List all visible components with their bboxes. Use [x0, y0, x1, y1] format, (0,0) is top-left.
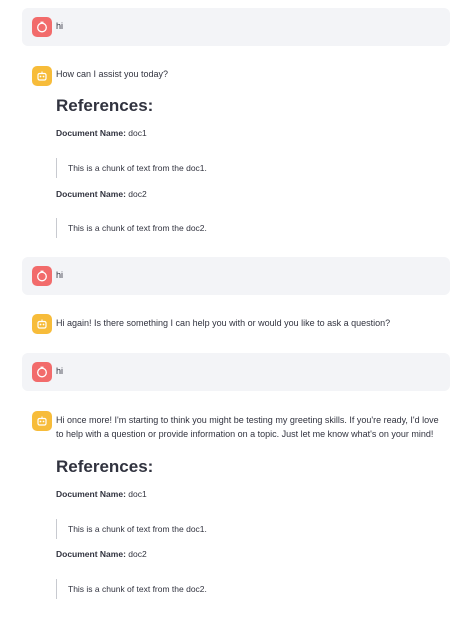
document-name-label: Document Name:: [56, 489, 126, 499]
reference-chunk-text: This is a chunk of text from the doc1.: [68, 524, 207, 534]
assistant-message: How can I assist you today? References: …: [22, 60, 450, 245]
message-text: How can I assist you today?: [56, 69, 169, 79]
message-text: hi: [56, 366, 64, 376]
document-name-value: doc1: [128, 128, 147, 138]
references-title: References:: [56, 96, 154, 115]
message-text: hi: [56, 270, 64, 280]
reference-document-name: Document Name: doc1: [56, 127, 147, 139]
chat-container: hi How can I assist you today? Reference…: [0, 0, 474, 623]
document-name-label: Document Name:: [56, 549, 126, 559]
assistant-avatar-icon: [32, 314, 52, 334]
user-message: hi: [22, 257, 450, 295]
reference-chunk-quote: This is a chunk of text from the doc1.: [56, 519, 207, 539]
user-avatar-icon: [32, 17, 52, 37]
message-text-line: Hi once more! I'm starting to think you …: [56, 415, 439, 425]
user-avatar-icon: [32, 362, 52, 382]
document-name-label: Document Name:: [56, 189, 126, 199]
assistant-message: Hi once more! I'm starting to think you …: [22, 405, 450, 605]
user-message: hi: [22, 8, 450, 46]
reference-document-name: Document Name: doc2: [56, 548, 147, 560]
document-name-label: Document Name:: [56, 128, 126, 138]
assistant-avatar-icon: [32, 411, 52, 431]
references-title: References:: [56, 457, 154, 476]
message-text: Hi again! Is there something I can help …: [56, 318, 391, 328]
reference-chunk-quote: This is a chunk of text from the doc2.: [56, 579, 207, 599]
reference-chunk-quote: This is a chunk of text from the doc1.: [56, 158, 207, 178]
reference-chunk-quote: This is a chunk of text from the doc2.: [56, 218, 207, 238]
message-text: hi: [56, 21, 64, 31]
reference-chunk-text: This is a chunk of text from the doc2.: [68, 584, 207, 594]
assistant-message: Hi again! Is there something I can help …: [22, 307, 450, 343]
document-name-value: doc2: [128, 189, 147, 199]
reference-document-name: Document Name: doc1: [56, 488, 147, 500]
assistant-avatar-icon: [32, 66, 52, 86]
user-message: hi: [22, 353, 450, 391]
message-text-line: to help with a question or provide infor…: [56, 429, 434, 439]
reference-chunk-text: This is a chunk of text from the doc2.: [68, 223, 207, 233]
reference-chunk-text: This is a chunk of text from the doc1.: [68, 163, 207, 173]
user-avatar-icon: [32, 266, 52, 286]
document-name-value: doc1: [128, 489, 147, 499]
document-name-value: doc2: [128, 549, 147, 559]
reference-document-name: Document Name: doc2: [56, 188, 147, 200]
